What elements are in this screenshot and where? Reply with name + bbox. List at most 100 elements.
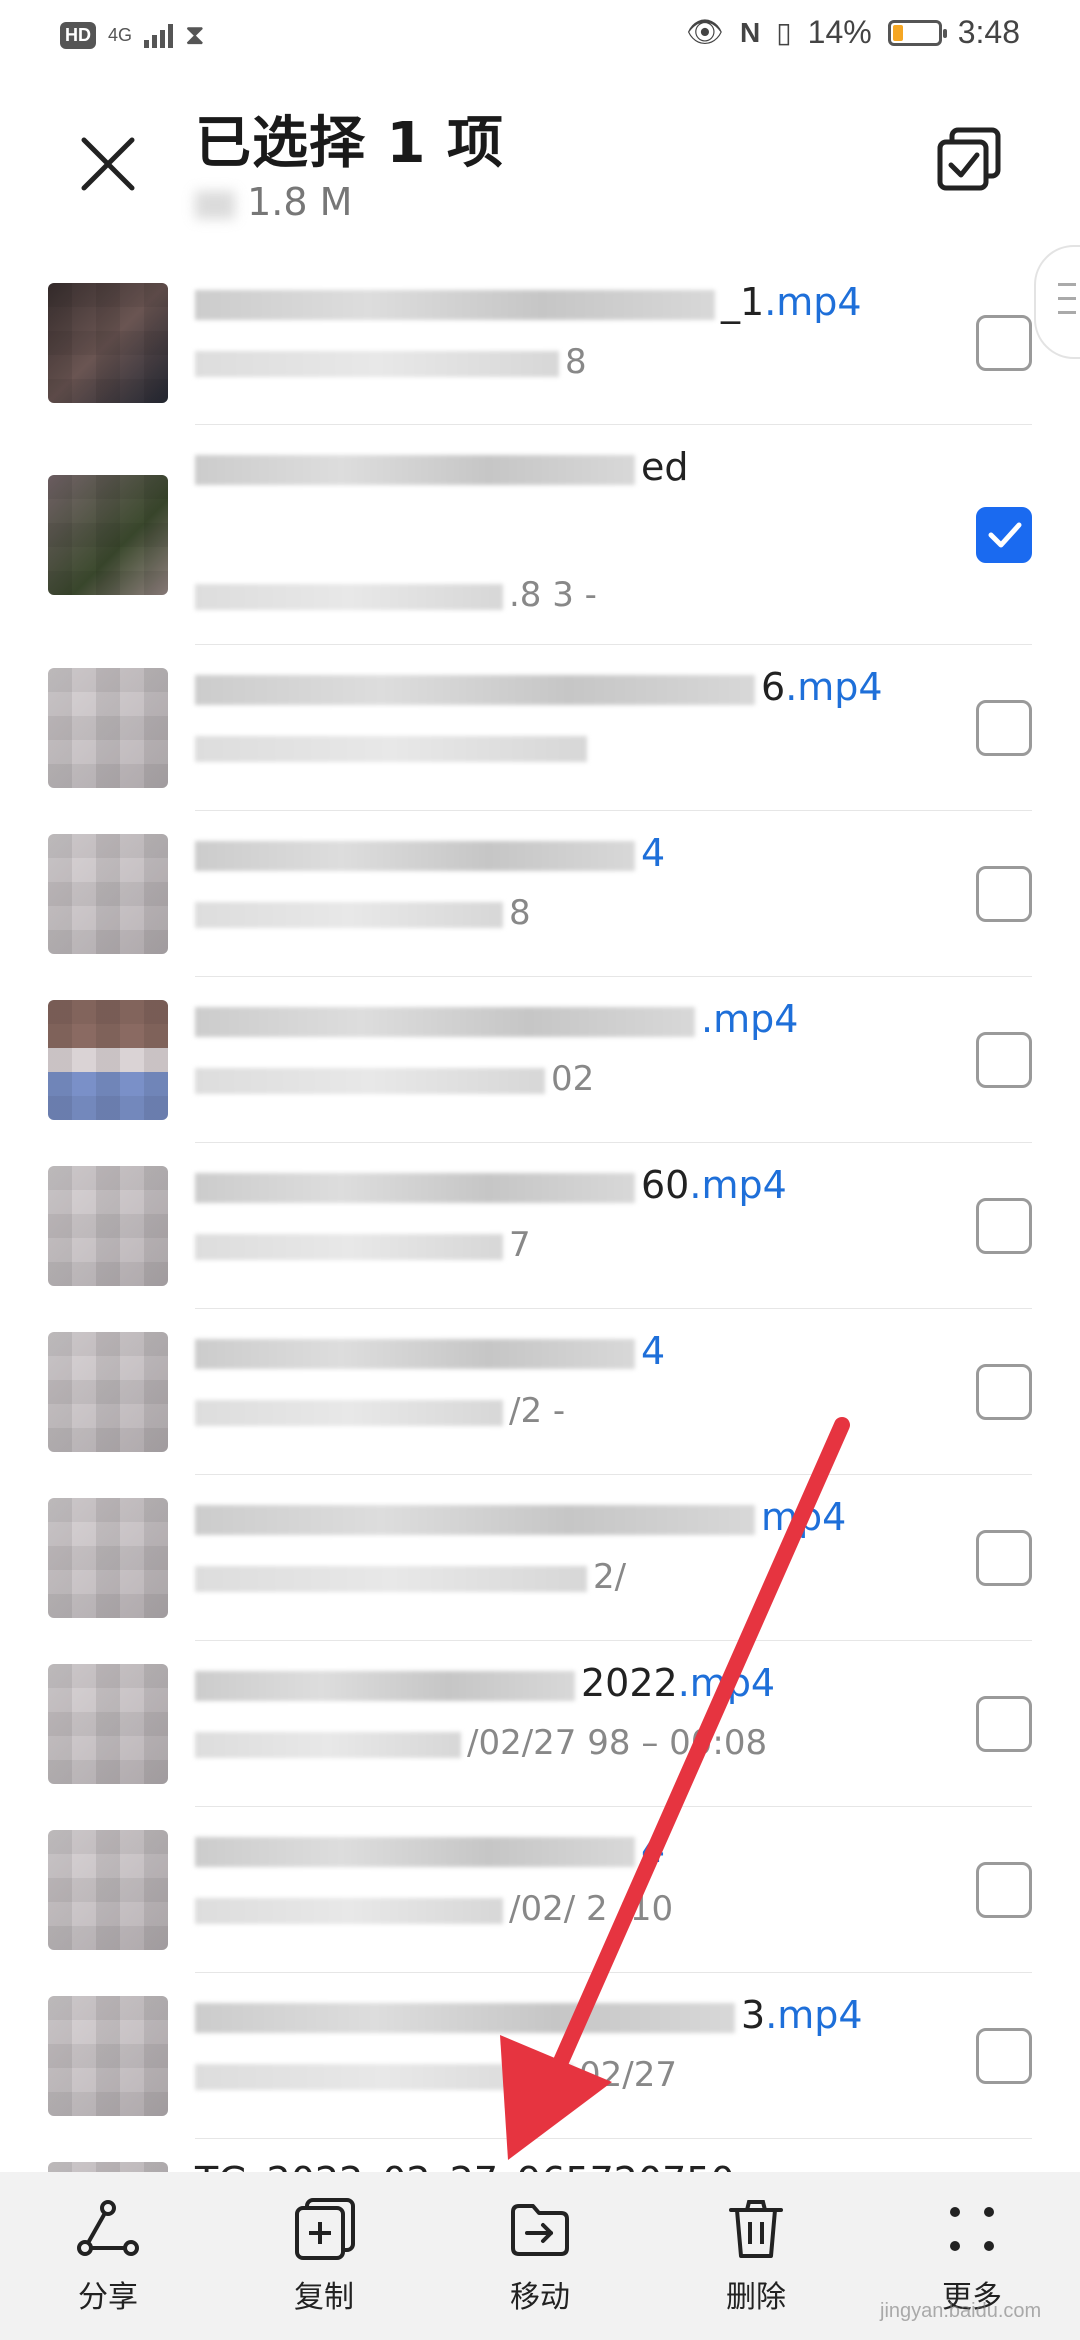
file-name: _1.mp4 (195, 280, 862, 324)
file-meta: .8 3 - (195, 575, 597, 615)
select-checkbox[interactable] (976, 1530, 1032, 1586)
file-extension: 4 (641, 1827, 666, 1871)
move-label: 移动 (510, 2280, 570, 2315)
status-left: HD 4G ⧗ (60, 18, 205, 52)
file-extension: .mp4 (765, 1993, 863, 2037)
share-icon (77, 2200, 139, 2256)
file-name-text: ed (641, 445, 689, 489)
file-name: 4 (195, 1329, 665, 1373)
video-thumbnail (48, 1498, 168, 1618)
share-label: 分享 (78, 2280, 138, 2315)
video-thumbnail (48, 475, 168, 595)
copy-label: 复制 (294, 2280, 354, 2315)
select-checkbox[interactable] (976, 507, 1032, 563)
close-button[interactable] (72, 128, 144, 200)
file-row[interactable]: 4/2 - (0, 1309, 1080, 1475)
select-checkbox[interactable] (976, 2028, 1032, 2084)
file-meta-text: 8 (509, 893, 531, 933)
file-meta: /02/27 98 – 00:08 (195, 1723, 767, 1763)
file-meta: /2 - (195, 1391, 565, 1431)
eye-comfort-icon: 👁 (685, 16, 725, 49)
file-name-text: 60 (641, 1163, 690, 1207)
video-thumbnail (48, 668, 168, 788)
file-row[interactable]: _1.mp4 8 (0, 260, 1080, 425)
file-name: 3.mp4 (195, 1993, 863, 2037)
file-name: 60.mp4 (195, 1163, 787, 1207)
select-checkbox[interactable] (976, 1198, 1032, 1254)
file-meta-text: 2/ (593, 1557, 627, 1597)
select-all-button[interactable] (934, 124, 1006, 196)
file-meta-text: /02/ 2 :10 (509, 1889, 674, 1929)
video-thumbnail (48, 1664, 168, 1784)
file-row[interactable]: 3.mp4 02/27 (0, 1973, 1080, 2139)
status-bar: HD 4G ⧗ 👁 N ▯ 14% 3:48 (0, 0, 1080, 76)
select-checkbox[interactable] (976, 1032, 1032, 1088)
file-extension: .mp4 (785, 665, 883, 709)
file-meta-text: /2 - (509, 1391, 566, 1431)
delete-icon (729, 2200, 783, 2258)
video-thumbnail (48, 1830, 168, 1950)
select-checkbox[interactable] (976, 866, 1032, 922)
select-checkbox[interactable] (976, 314, 1032, 371)
file-name-text: 2022 (581, 1661, 678, 1705)
file-row[interactable]: 60.mp4 7 (0, 1143, 1080, 1309)
select-all-icon (937, 127, 1001, 191)
move-button[interactable]: 移动 (432, 2172, 648, 2340)
file-name: 4 (195, 1827, 665, 1871)
selection-size: 1.8 M (195, 180, 352, 224)
video-thumbnail (48, 282, 168, 403)
hd-badge: HD (60, 21, 96, 49)
file-name: 4 (195, 831, 665, 875)
delete-label: 删除 (726, 2280, 786, 2315)
more-icon (950, 2207, 994, 2251)
file-name-text: 3 (741, 1993, 766, 2037)
file-name: .mp4 (195, 997, 798, 1041)
video-thumbnail (48, 1166, 168, 1286)
hourglass-icon: ⧗ (185, 18, 205, 51)
file-row[interactable]: 6.mp4 (0, 645, 1080, 811)
delete-button[interactable]: 删除 (648, 2172, 864, 2340)
file-meta-text: .8 3 - (509, 575, 597, 615)
file-meta (195, 727, 593, 767)
move-icon (511, 2204, 569, 2256)
file-meta-text: 8 (565, 342, 587, 382)
select-checkbox[interactable] (976, 700, 1032, 756)
file-extension: .mp4 (689, 1163, 787, 1207)
file-meta: 2/ (195, 1557, 626, 1597)
select-checkbox[interactable] (976, 1696, 1032, 1752)
select-checkbox[interactable] (976, 1862, 1032, 1918)
file-name-text: 6 (761, 665, 786, 709)
file-row[interactable]: 2022.mp4/02/27 98 – 00:08 (0, 1641, 1080, 1807)
status-right: 👁 N ▯ 14% 3:48 (686, 14, 1020, 51)
video-thumbnail (48, 1332, 168, 1452)
file-meta: 02 (195, 1059, 594, 1099)
signal-icon (144, 22, 174, 48)
battery-percent: 14% (807, 14, 872, 50)
share-button[interactable]: 分享 (0, 2172, 216, 2340)
file-name: ed (195, 445, 689, 489)
battery-icon (887, 19, 947, 46)
file-name: 6.mp4 (195, 665, 883, 709)
video-thumbnail (48, 1000, 168, 1120)
file-extension: .mp4 (677, 1661, 776, 1705)
copy-button[interactable]: 复制 (216, 2172, 432, 2340)
file-name-text: _1 (721, 280, 765, 324)
video-thumbnail (48, 1996, 168, 2116)
file-meta-text: /02/27 98 – 00:08 (467, 1723, 768, 1763)
file-row[interactable]: ed .8 3 - (0, 425, 1080, 645)
file-row[interactable]: 4/02/ 2 :10 (0, 1807, 1080, 1973)
select-checkbox[interactable] (976, 1364, 1032, 1420)
file-row[interactable]: .mp4 02 (0, 977, 1080, 1143)
video-thumbnail (48, 834, 168, 954)
file-name: mp4 (195, 1495, 846, 1539)
file-extension: mp4 (761, 1495, 847, 1539)
file-extension: 4 (641, 831, 666, 875)
file-name: 2022.mp4 (195, 1661, 775, 1705)
clock: 3:48 (957, 14, 1020, 50)
vibrate-icon: ▯ (776, 17, 792, 48)
file-meta: 8 (195, 893, 531, 933)
file-row[interactable]: mp4 2/ (0, 1475, 1080, 1641)
file-meta-text: 7 (509, 1225, 531, 1265)
close-icon (81, 137, 135, 191)
file-row[interactable]: 48 (0, 811, 1080, 977)
